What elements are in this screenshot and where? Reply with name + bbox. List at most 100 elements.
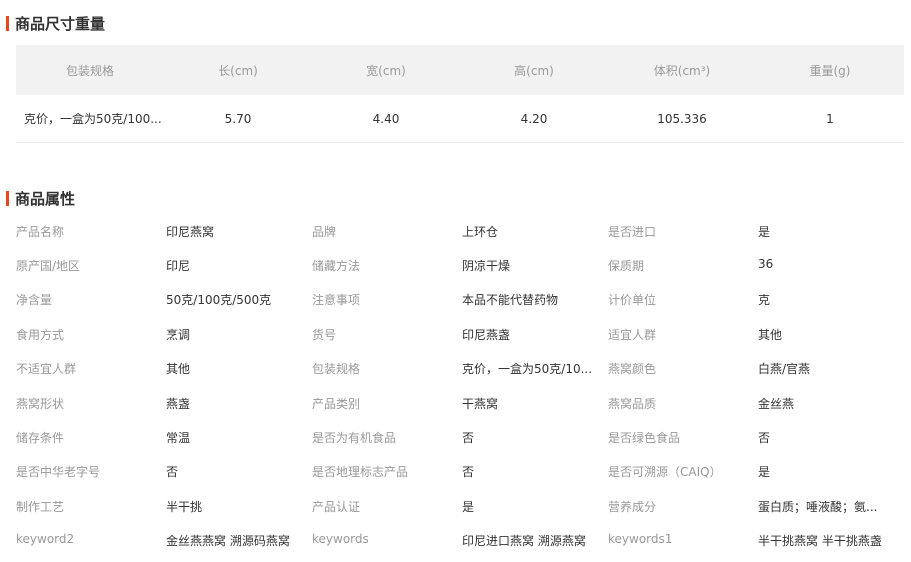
attribute-cell: 储存条件 常温 [16, 429, 312, 446]
attribute-cell: 注意事项 本品不能代替药物 [312, 291, 608, 308]
attribute-label: 不适宜人群 [16, 362, 77, 377]
attribute-label: 包装规格 [312, 362, 361, 377]
attribute-cell: 是否为有机食品 否 [312, 429, 608, 446]
attribute-value: 是 [758, 465, 771, 480]
attribute-cell: 产品类别 干燕窝 [312, 395, 608, 412]
attribute-label: 储存条件 [16, 431, 65, 446]
cell-length: 5.70 [164, 95, 312, 143]
attribute-label: 产品类别 [312, 396, 361, 411]
attribute-value: 干燕窝 [462, 396, 499, 411]
attribute-label: 制作工艺 [16, 499, 65, 514]
attribute-cell: 包装规格 克价，一盒为50克/10... [312, 360, 608, 377]
attribute-cell: 计价单位 克 [608, 291, 904, 308]
attribute-label: 是否进口 [608, 224, 657, 239]
attribute-label: 是否可溯源（CAIQ） [608, 465, 722, 480]
attribute-value: 印尼进口燕窝 溯源燕窝 [462, 534, 586, 549]
attribute-value: 否 [462, 465, 475, 480]
attribute-row: 食用方式 烹调 货号 印尼燕盏 适宜人群 其他 [16, 317, 906, 351]
attribute-row: 燕窝形状 燕盏 产品类别 干燕窝 燕窝品质 金丝燕 [16, 386, 906, 420]
attribute-value: 金丝燕燕窝 溯源码燕窝 [166, 534, 290, 549]
attribute-cell: 食用方式 烹调 [16, 326, 312, 343]
attribute-label: 产品名称 [16, 224, 65, 239]
attribute-row: 产品名称 印尼燕窝 品牌 上环仓 是否进口 是 [16, 214, 906, 248]
attribute-value: 阴凉干燥 [462, 259, 511, 274]
attribute-label: 适宜人群 [608, 327, 657, 342]
attribute-cell: 是否可溯源（CAIQ） 是 [608, 463, 904, 480]
attribute-cell: 是否地理标志产品 否 [312, 463, 608, 480]
attribute-label: 产品认证 [312, 499, 361, 514]
attribute-label: keywords [312, 532, 369, 547]
attribute-value: 印尼燕窝 [166, 224, 215, 239]
attribute-label: keywords1 [608, 532, 673, 547]
header-package-spec: 包装规格 [16, 45, 164, 95]
attribute-label: 营养成分 [608, 499, 657, 514]
attribute-value: 其他 [166, 362, 191, 377]
attribute-cell: 是否进口 是 [608, 223, 904, 240]
attribute-cell: 保质期 36 [608, 257, 904, 274]
attribute-value: 克 [758, 293, 771, 308]
attribute-label: 原产国/地区 [16, 259, 81, 274]
attribute-cell: keywords 印尼进口燕窝 溯源燕窝 [312, 532, 608, 549]
title-accent-bar [6, 190, 9, 206]
attribute-label: 保质期 [608, 259, 645, 274]
attribute-cell: 适宜人群 其他 [608, 326, 904, 343]
attribute-cell: 储藏方法 阴凉干燥 [312, 257, 608, 274]
attribute-cell: 不适宜人群 其他 [16, 360, 312, 377]
attr-section-title: 商品属性 [6, 189, 76, 208]
attribute-label: 净含量 [16, 293, 53, 308]
attribute-value: 上环仓 [462, 224, 499, 239]
attribute-cell: 燕窝颜色 白燕/官燕 [608, 360, 904, 377]
attribute-label: 货号 [312, 327, 337, 342]
attribute-value: 是 [758, 224, 771, 239]
size-section-title: 商品尺寸重量 [6, 14, 106, 33]
header-length: 长(cm) [164, 45, 312, 95]
attribute-value: 克价，一盒为50克/10... [462, 362, 593, 377]
attribute-value: 其他 [758, 327, 783, 342]
attribute-row: 不适宜人群 其他 包装规格 克价，一盒为50克/10... 燕窝颜色 白燕/官燕 [16, 352, 906, 386]
attribute-cell: keywords1 半干挑燕窝 半干挑燕盏 [608, 532, 904, 549]
attribute-value: 燕盏 [166, 396, 191, 411]
size-table: 包装规格 长(cm) 宽(cm) 高(cm) 体积(cm³) 重量(g) 克价，… [16, 45, 904, 143]
header-volume: 体积(cm³) [608, 45, 756, 95]
attribute-cell: 货号 印尼燕盏 [312, 326, 608, 343]
attribute-value: 半干挑燕窝 半干挑燕盏 [758, 534, 882, 549]
attribute-value: 金丝燕 [758, 396, 795, 411]
attribute-grid: 产品名称 印尼燕窝 品牌 上环仓 是否进口是原产国/地区 印尼 储藏方法 阴凉干燥 保质期 36 净… [16, 214, 906, 558]
attribute-value: 否 [758, 431, 771, 446]
attribute-value: 是 [462, 499, 475, 514]
attribute-value: 否 [166, 465, 179, 480]
attribute-label: 燕窝形状 [16, 396, 65, 411]
attribute-label: 食用方式 [16, 327, 65, 342]
attribute-cell: 净含量 50克/100克/500克 [16, 291, 312, 308]
attribute-label: 燕窝品质 [608, 396, 657, 411]
cell-height: 4.20 [460, 95, 608, 143]
attr-section-title-text: 商品属性 [15, 189, 76, 208]
attribute-value: 印尼燕盏 [462, 327, 511, 342]
attribute-value: 烹调 [166, 327, 191, 342]
attribute-cell: 原产国/地区 印尼 [16, 257, 312, 274]
attribute-label: 品牌 [312, 224, 337, 239]
cell-weight: 1 [756, 95, 904, 143]
attribute-value: 本品不能代替药物 [462, 293, 559, 308]
attribute-label: 是否绿色食品 [608, 431, 681, 446]
attribute-value: 蛋白质；唾液酸；氨... [758, 499, 878, 514]
attribute-label: keyword2 [16, 532, 75, 547]
header-weight: 重量(g) [756, 45, 904, 95]
attribute-cell: keyword2 金丝燕燕窝 溯源码燕窝 [16, 532, 312, 549]
attribute-value: 印尼 [166, 259, 191, 274]
size-section-title-text: 商品尺寸重量 [15, 14, 106, 33]
attribute-row: keyword2 金丝燕燕窝 溯源码燕窝 keywords 印尼进口燕窝 溯源燕窝 ke… [16, 524, 906, 558]
header-width: 宽(cm) [312, 45, 460, 95]
attribute-cell: 是否绿色食品 否 [608, 429, 904, 446]
attribute-label: 是否地理标志产品 [312, 465, 409, 480]
cell-width: 4.40 [312, 95, 460, 143]
attribute-value: 36 [758, 257, 774, 272]
attribute-cell: 制作工艺 半干挑 [16, 498, 312, 515]
attribute-label: 储藏方法 [312, 259, 361, 274]
attribute-label: 注意事项 [312, 293, 361, 308]
attribute-cell: 产品认证 是 [312, 498, 608, 515]
attribute-cell: 燕窝形状 燕盏 [16, 395, 312, 412]
attribute-row: 净含量 50克/100克/500克 注意事项 本品不能代替药物 计价单位 克 [16, 283, 906, 317]
attribute-row: 是否中华老字号 否 是否地理标志产品 否 是否可溯源（CAIQ） 是 [16, 455, 906, 489]
attribute-cell: 燕窝品质 金丝燕 [608, 395, 904, 412]
